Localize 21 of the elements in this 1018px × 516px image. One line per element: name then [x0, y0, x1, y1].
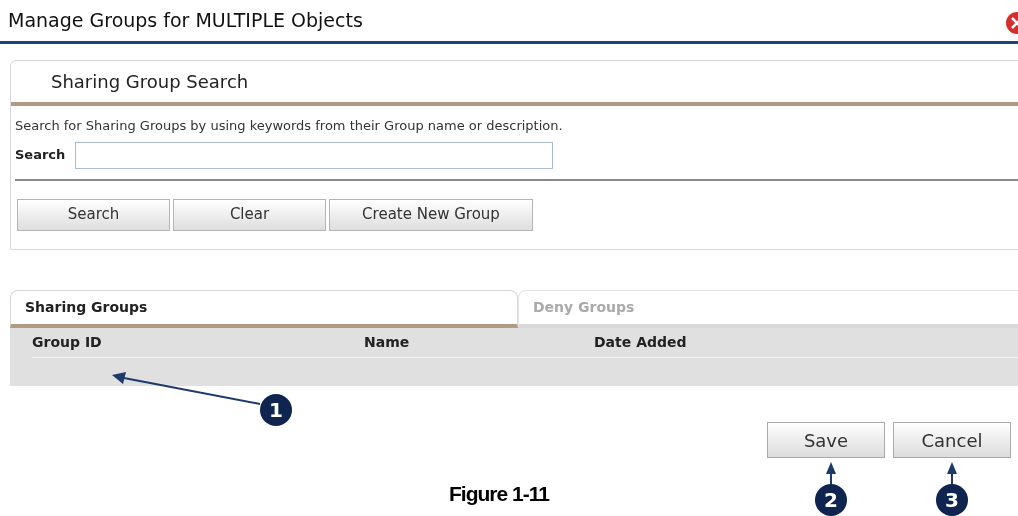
- dialog-button[interactable]: Cancel: [893, 422, 1011, 458]
- close-icon[interactable]: [1004, 12, 1018, 34]
- arrow: [947, 462, 957, 485]
- tab[interactable]: Sharing Groups: [10, 290, 518, 328]
- panel-title: Sharing Group Search: [51, 70, 249, 94]
- search-label: Search: [15, 146, 66, 165]
- figure-caption: Figure 1-11: [449, 481, 549, 507]
- panel-button[interactable]: Search: [17, 198, 170, 231]
- arrow: [826, 462, 836, 485]
- panel-button[interactable]: Create New Group: [329, 198, 533, 231]
- callout-badge: 1: [260, 394, 292, 426]
- column-header: Date Added: [594, 333, 688, 352]
- column-header: Name: [364, 333, 411, 352]
- callout-badge: 2: [815, 484, 847, 516]
- callout-badge: 3: [936, 484, 968, 516]
- window-title: Manage Groups for MULTIPLE Objects: [8, 8, 364, 34]
- panel-button[interactable]: Clear: [173, 198, 326, 231]
- search-field[interactable]: [75, 141, 554, 169]
- column-header: Group ID: [32, 333, 103, 352]
- dialog-button[interactable]: Save: [767, 422, 885, 458]
- description-text: Search for Sharing Groups by using keywords from their Group name or description.: [15, 117, 564, 135]
